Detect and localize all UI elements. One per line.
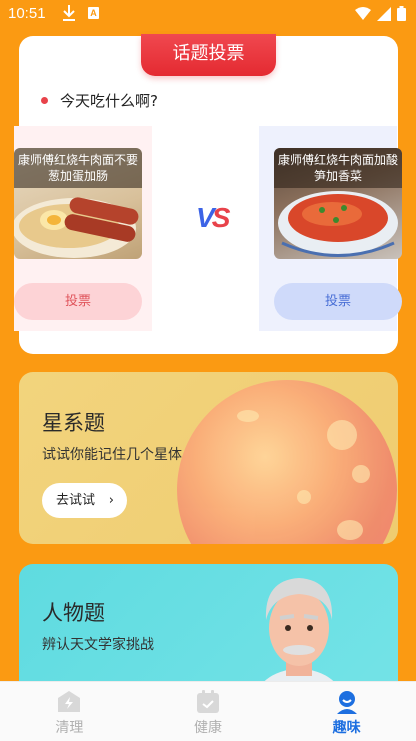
lightning-icon [58, 691, 81, 712]
tab-label-clean: 清理 [55, 720, 84, 736]
bottom-tab-bar: 清理 健康 趣味 [0, 681, 416, 741]
notification-a-icon: A [88, 7, 99, 19]
bullet-dot-icon [41, 97, 48, 104]
noodle-image-right: 康师傅红烧牛肉面加酸笋加香菜 [274, 148, 402, 259]
person-icon [336, 691, 357, 714]
planet-illustration [177, 380, 397, 544]
signal-icon [377, 6, 391, 25]
galaxy-try-button[interactable]: 去试试 › [42, 483, 127, 518]
tab-label-health: 健康 [194, 720, 222, 736]
battery-icon [397, 6, 406, 25]
galaxy-title: 星系题 [42, 411, 105, 435]
tab-clean[interactable]: 清理 [0, 682, 139, 741]
topic-vote-card: 话题投票 今天吃什么啊? 康师傅红烧牛肉面不要葱加蛋加肠 投票 VS 康师傅红烧… [14, 34, 402, 354]
vote-question: 今天吃什么啊? [41, 90, 158, 111]
vs-label: VS [196, 202, 231, 234]
galaxy-subtitle: 试试你能记住几个星体 [42, 447, 182, 463]
calendar-icon [197, 690, 219, 713]
people-subtitle: 辨认天文学家挑战 [42, 637, 154, 653]
galaxy-quiz-card[interactable]: 星系题 试试你能记住几个星体 去试试 › [19, 372, 398, 544]
vs-s: S [211, 202, 231, 233]
noodle-image-left: 康师傅红烧牛肉面不要葱加蛋加肠 [14, 148, 142, 259]
question-text: 今天吃什么啊? [60, 92, 158, 110]
status-time: 10:51 [8, 5, 46, 22]
vote-button-left[interactable]: 投票 [14, 283, 142, 320]
tab-fun[interactable]: 趣味 [277, 682, 416, 741]
people-title: 人物题 [42, 601, 105, 625]
vote-button-right[interactable]: 投票 [274, 283, 402, 320]
option-label-right: 康师傅红烧牛肉面加酸笋加香菜 [274, 148, 402, 188]
vote-option-right: 康师傅红烧牛肉面加酸笋加香菜 投票 [259, 126, 402, 331]
vote-option-left: 康师傅红烧牛肉面不要葱加蛋加肠 投票 [14, 126, 152, 331]
tab-health[interactable]: 健康 [139, 682, 278, 741]
chevron-right-icon: › [108, 493, 114, 508]
status-bar: 10:51 A [0, 0, 416, 30]
option-label-left: 康师傅红烧牛肉面不要葱加蛋加肠 [14, 148, 142, 188]
download-icon [62, 4, 76, 26]
wifi-icon [355, 6, 371, 25]
tab-label-fun: 趣味 [332, 720, 361, 736]
vote-header: 话题投票 [141, 34, 276, 76]
try-button-label: 去试试 [56, 493, 96, 508]
vs-v: V [196, 202, 215, 233]
